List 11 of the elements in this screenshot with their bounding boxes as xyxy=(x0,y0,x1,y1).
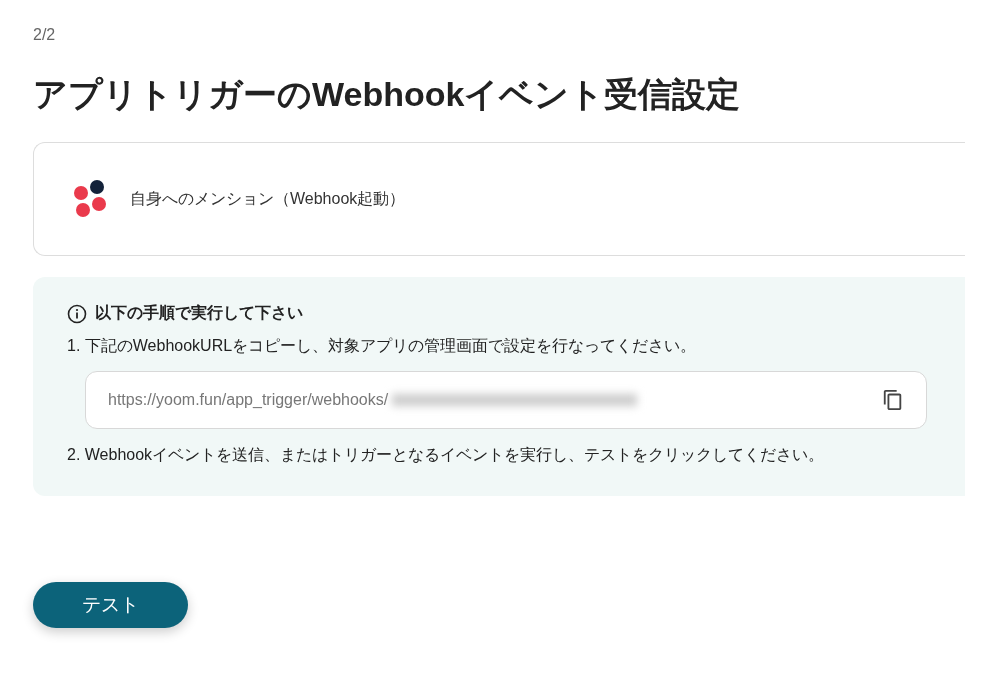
app-logo-icon xyxy=(72,179,108,219)
instruction-step: 1. 下記のWebhookURLをコピーし、対象アプリの管理画面で設定を行なってください。 xyxy=(67,336,965,357)
copy-icon[interactable] xyxy=(882,389,904,411)
info-icon xyxy=(67,303,87,324)
test-button[interactable]: テスト xyxy=(33,582,188,628)
page-title: アプリトリガーのWebhookイベント受信設定 xyxy=(33,74,742,115)
step-counter: 2/2 xyxy=(33,26,57,44)
instruction-step: 2. Webhookイベントを送信、またはトリガーとなるイベントを実行し、テストをクリックしてください。 xyxy=(67,445,965,466)
webhook-url-field[interactable]: https://yoom.fun/app_trigger/webhooks/ xyxy=(85,371,927,429)
instructions-heading: 以下の手順で実行して下さい xyxy=(95,303,303,323)
trigger-label: 自身へのメンション（Webhook起動） xyxy=(130,188,406,209)
